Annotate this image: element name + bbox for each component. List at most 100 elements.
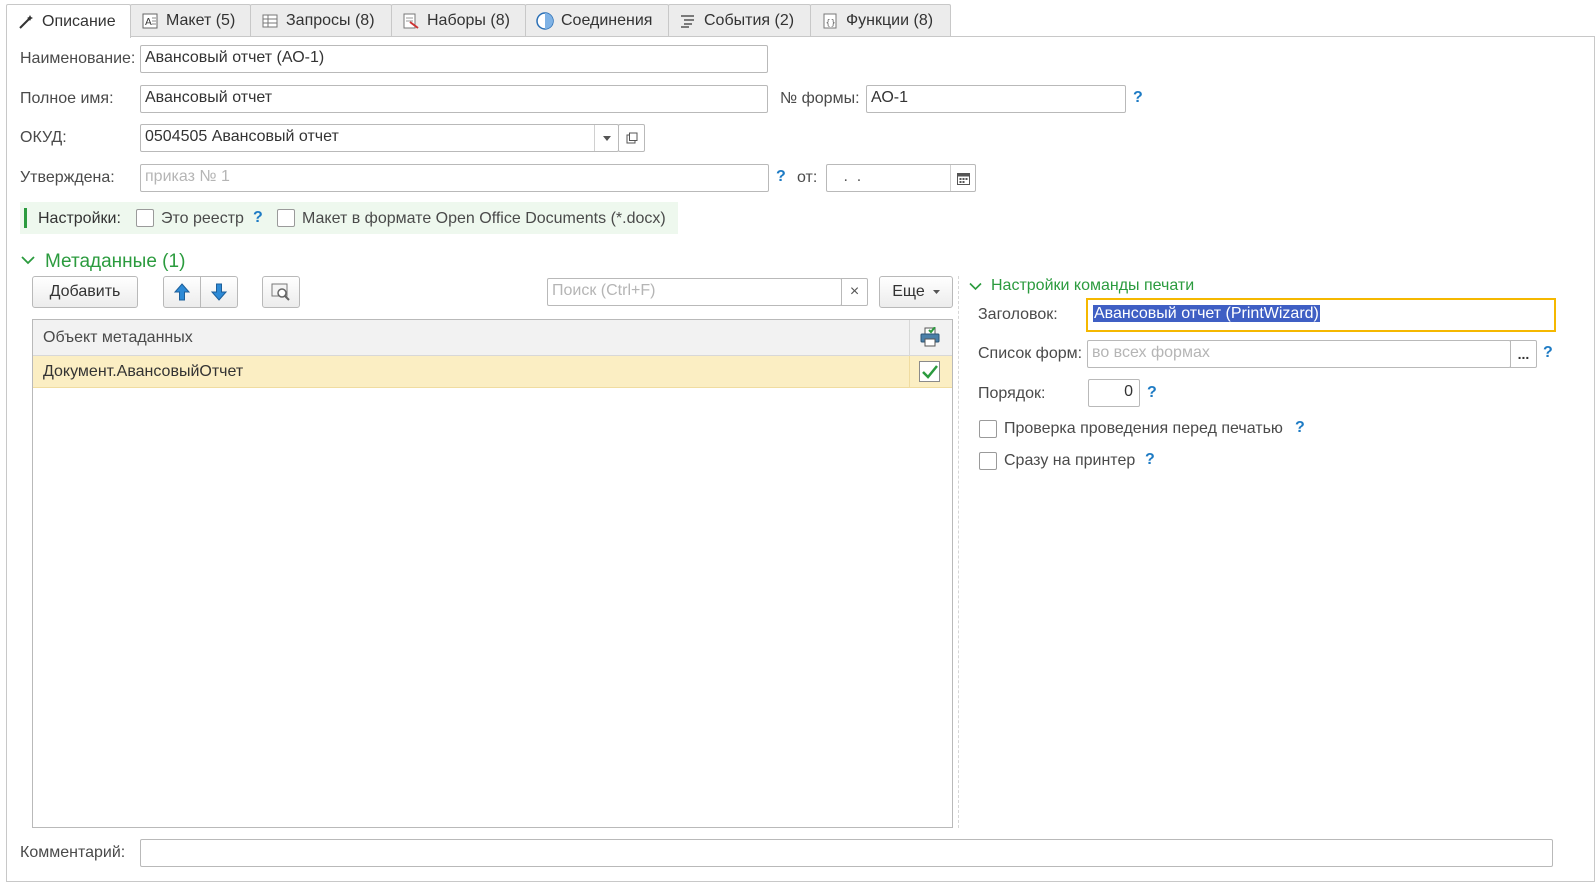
okud-value: 0504505 Авансовый отчет	[145, 128, 339, 145]
approved-label: Утверждена:	[20, 169, 115, 186]
chevron-down-icon	[602, 135, 611, 141]
registry-help-icon[interactable]: ?	[253, 209, 263, 227]
okud-open-button[interactable]	[618, 124, 645, 152]
okud-field[interactable]: 0504505 Авансовый отчет	[140, 124, 619, 152]
fullname-field[interactable]: Авансовый отчет	[140, 85, 768, 113]
tab-description[interactable]: Описание	[6, 4, 131, 38]
tab-connections[interactable]: Соединения	[525, 4, 669, 37]
functions-icon: {}	[821, 12, 839, 30]
date-value: . .	[839, 168, 862, 185]
column-divider	[909, 356, 910, 388]
form-number-field[interactable]: АО-1	[866, 85, 1126, 113]
print-icon[interactable]	[920, 327, 940, 347]
search-placeholder: Поиск (Ctrl+F)	[552, 282, 656, 299]
add-button[interactable]: Добавить	[32, 276, 138, 308]
tab-layout[interactable]: A Макет (5)	[130, 4, 251, 37]
connection-icon	[536, 12, 554, 30]
open-window-icon	[626, 132, 637, 144]
approved-placeholder: приказ № 1	[145, 168, 230, 185]
direct-print-checkbox[interactable]	[979, 452, 997, 470]
forms-list-field[interactable]: во всех формах	[1087, 340, 1511, 368]
metadata-section-title[interactable]: Метаданные (1)	[45, 251, 185, 273]
order-label: Порядок:	[978, 385, 1046, 402]
approved-field[interactable]: приказ № 1	[140, 164, 769, 192]
fullname-label: Полное имя:	[20, 90, 114, 107]
name-label: Наименование:	[20, 50, 136, 67]
row-print-checkbox[interactable]	[919, 361, 940, 382]
order-field[interactable]: 0	[1088, 379, 1140, 407]
calendar-button[interactable]	[950, 165, 975, 191]
calendar-icon	[956, 172, 970, 185]
tab-label: Соединения	[561, 12, 653, 29]
dataset-icon	[402, 12, 420, 30]
svg-text:{}: {}	[826, 18, 836, 27]
svg-text:A: A	[145, 17, 152, 28]
docx-label: Макет в формате Open Office Documents (*…	[302, 210, 666, 227]
column-divider	[909, 320, 910, 356]
check-posting-checkbox[interactable]	[979, 420, 997, 438]
tab-datasets[interactable]: Наборы (8)	[391, 4, 526, 37]
check-posting-help-icon[interactable]: ?	[1295, 419, 1305, 437]
collapse-chevron-icon[interactable]	[969, 282, 982, 291]
more-button[interactable]: Еще	[879, 276, 953, 308]
docx-checkbox[interactable]	[277, 209, 295, 227]
direct-print-help-icon[interactable]: ?	[1145, 451, 1155, 469]
arrow-up-icon	[174, 283, 190, 301]
okud-dropdown-button[interactable]	[594, 125, 618, 151]
table-row[interactable]: Документ.АвансовыйОтчет	[33, 356, 952, 388]
tab-queries[interactable]: Запросы (8)	[250, 4, 392, 37]
header-label: Заголовок:	[978, 306, 1058, 323]
move-down-button[interactable]	[200, 276, 238, 308]
form-number-help-icon[interactable]: ?	[1133, 89, 1143, 107]
tab-label: Наборы (8)	[427, 12, 510, 29]
tab-events[interactable]: События (2)	[668, 4, 811, 37]
settings-label: Настройки:	[38, 210, 121, 227]
layout-icon: A	[141, 12, 159, 30]
settings-group-marker	[24, 208, 27, 228]
comment-field[interactable]	[140, 839, 1553, 867]
clear-search-button[interactable]: ×	[841, 278, 868, 306]
direct-print-label: Сразу на принтер	[1004, 452, 1136, 469]
more-label: Еще	[892, 283, 925, 300]
tab-label: Функции (8)	[846, 12, 934, 29]
table-icon	[261, 12, 279, 30]
okud-label: ОКУД:	[20, 129, 67, 146]
checkmark-icon	[921, 364, 938, 379]
check-posting-label: Проверка проведения перед печатью	[1004, 420, 1283, 437]
metadata-table: Объект метаданных Документ.АвансовыйОтче…	[32, 319, 953, 828]
date-from-label: от:	[797, 169, 818, 186]
tab-functions[interactable]: {} Функции (8)	[810, 4, 951, 37]
approved-help-icon[interactable]: ?	[776, 168, 786, 186]
tab-bar: Описание A Макет (5) Запросы (8) Наборы …	[0, 0, 1595, 38]
form-number-label: № формы:	[780, 90, 860, 107]
print-settings-title[interactable]: Настройки команды печати	[991, 277, 1194, 295]
wand-icon	[17, 13, 35, 31]
forms-list-help-icon[interactable]: ?	[1543, 344, 1553, 362]
chevron-down-icon	[932, 290, 940, 294]
find-icon	[271, 283, 290, 301]
events-icon	[679, 12, 697, 30]
column-header-object[interactable]: Объект метаданных	[43, 329, 193, 347]
forms-list-label: Список форм:	[978, 345, 1083, 362]
tab-label: Описание	[42, 12, 116, 30]
name-field[interactable]: Авансовый отчет (АО-1)	[140, 45, 768, 73]
header-value: Авансовый отчет (PrintWizard)	[1093, 305, 1320, 322]
move-up-button[interactable]	[163, 276, 201, 308]
find-in-list-button[interactable]	[262, 276, 300, 308]
search-input[interactable]: Поиск (Ctrl+F)	[547, 278, 842, 306]
tab-label: Макет (5)	[166, 12, 236, 29]
tab-label: Запросы (8)	[286, 12, 375, 29]
collapse-chevron-icon[interactable]	[21, 255, 35, 265]
forms-list-select-button[interactable]: ...	[1510, 340, 1537, 368]
section-divider	[958, 276, 959, 828]
header-field[interactable]: Авансовый отчет (PrintWizard)	[1086, 298, 1556, 332]
tab-label: События (2)	[704, 12, 795, 29]
comment-label: Комментарий:	[20, 844, 126, 861]
table-header: Объект метаданных	[33, 320, 952, 356]
registry-label: Это реестр	[161, 210, 244, 227]
registry-checkbox[interactable]	[136, 209, 154, 227]
row-object-name: Документ.АвансовыйОтчет	[43, 363, 244, 380]
arrow-down-icon	[211, 283, 227, 301]
forms-list-placeholder: во всех формах	[1092, 344, 1210, 361]
order-help-icon[interactable]: ?	[1147, 384, 1157, 402]
